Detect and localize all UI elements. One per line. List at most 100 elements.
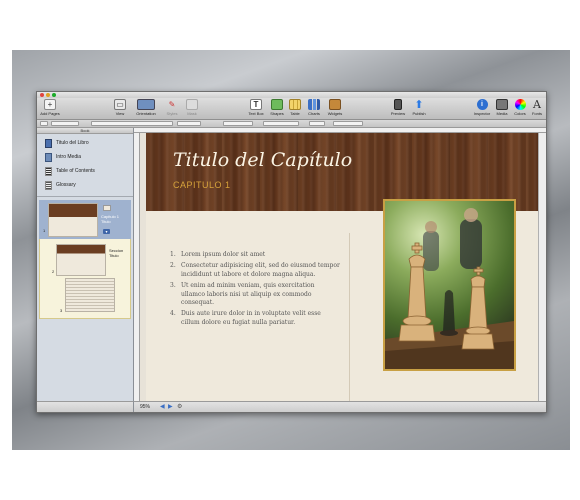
list-item: 4. Duis aute irure dolor in in voluptate … [170, 310, 340, 327]
vertical-scrollbar[interactable] [538, 133, 546, 401]
widgets-label: Widgets [327, 111, 343, 116]
media-label: Media [496, 111, 508, 116]
page-forward-icon[interactable]: ▶ [168, 403, 173, 410]
sidebar-item-label: Intro Media [56, 154, 82, 160]
document-page: Titulo del Capítulo CAPITULO 1 1. Lorem i… [146, 133, 538, 401]
glossary-icon [45, 180, 52, 190]
table-label: Table [290, 111, 300, 116]
sidebar-item-intro-media[interactable]: Intro Media [45, 152, 81, 162]
orientation-button[interactable]: Orientation [133, 99, 159, 116]
thumbnail-label: Seccion Titulo [109, 248, 124, 258]
list-item: 3. Ut enim ad minim veniam, quis exercita… [170, 282, 340, 307]
fonts-button[interactable]: A Fonts [524, 98, 546, 116]
view-label: View [115, 111, 125, 116]
list-text: Duis aute irure dolor in in voluptate ve… [181, 310, 321, 326]
inspector-label: Inspector [473, 111, 491, 116]
chevron-down-icon[interactable]: ▾ [103, 229, 110, 234]
mask-label: Mask [187, 111, 197, 116]
fonts-label: Fonts [531, 111, 542, 116]
widgets-button[interactable]: Widgets [322, 99, 348, 116]
chess-pieces-illustration [385, 208, 514, 369]
chess-photo[interactable] [383, 199, 516, 371]
page-back-icon[interactable]: ◀ [160, 403, 165, 410]
thumbnail-page-3[interactable] [65, 278, 115, 312]
charts-label: Charts [308, 111, 320, 116]
charts-icon [308, 99, 320, 110]
minimize-window-button[interactable] [46, 93, 50, 97]
mask-icon [186, 99, 198, 110]
list-text: Ut enim ad minim veniam, quis exercitati… [181, 282, 315, 307]
list-number: 2. [170, 262, 176, 270]
sidebar-item-glossary[interactable]: Glossary [45, 180, 76, 190]
add-pages-icon: + [44, 99, 56, 110]
publish-label: Publish [412, 111, 426, 116]
text-style-buttons[interactable] [223, 121, 253, 126]
alignment-buttons[interactable] [263, 121, 299, 126]
thumbnail-page-1[interactable] [48, 203, 98, 237]
main-toolbar: + Add Pages ▭ View Orientation ✎ Styles … [37, 98, 546, 120]
close-window-button[interactable] [40, 93, 44, 97]
numbered-list[interactable]: 1. Lorem ipsum dolor sit amet 2. Consectet… [170, 251, 340, 330]
view-icon: ▭ [114, 99, 126, 110]
thumbnail-page-2[interactable] [56, 244, 106, 276]
sidebar-bottom-bar [37, 401, 134, 412]
paragraph-style-select[interactable] [51, 121, 79, 126]
settings-gear-icon[interactable]: ⚙ [177, 403, 182, 410]
orientation-label: Orientation [136, 111, 156, 116]
font-size-select[interactable] [177, 121, 201, 126]
list-text: Consectetur adipisicing elit, sed do eiu… [181, 262, 340, 278]
orientation-icon [137, 99, 155, 110]
sidebar-divider [37, 196, 133, 197]
add-pages-label: Add Pages [40, 111, 60, 116]
list-number: 1. [170, 251, 176, 258]
styles-label: Styles [166, 111, 178, 116]
text-box-icon: T [250, 99, 262, 110]
list-number: 4. [170, 310, 176, 318]
book-icon [45, 138, 52, 148]
table-icon [289, 99, 301, 110]
spacing-control[interactable] [309, 121, 325, 126]
font-select[interactable] [91, 121, 173, 126]
publish-button[interactable]: ⬆ Publish [406, 99, 432, 116]
thumbnail-number: 2 [52, 269, 55, 274]
app-window: + Add Pages ▭ View Orientation ✎ Styles … [36, 91, 547, 413]
add-pages-button[interactable]: + Add Pages [37, 99, 63, 116]
document-canvas: Titulo del Capítulo CAPITULO 1 1. Lorem i… [140, 133, 538, 401]
sidebar-item-label: Titulo del Libro [56, 140, 89, 146]
book-sidebar: Book Titulo del Libro Intro Media Table … [37, 128, 134, 401]
columns-control[interactable] [333, 121, 363, 126]
status-bar: 95% ◀ ▶ ⚙ [134, 401, 546, 412]
column-divider [349, 233, 350, 401]
widgets-icon [329, 99, 341, 110]
inspector-icon: i [476, 99, 488, 110]
intro-media-icon [45, 152, 52, 162]
sidebar-header: Book [37, 128, 133, 134]
chapter-title[interactable]: Titulo del Capítulo [173, 149, 352, 171]
zoom-level[interactable]: 95% [140, 404, 150, 410]
thumbnail-mini-icon [103, 205, 111, 211]
sidebar-item-titulo[interactable]: Titulo del Libro [45, 138, 89, 148]
preview-label: Preview [390, 111, 406, 116]
fonts-icon: A [533, 98, 541, 111]
view-button[interactable]: ▭ View [107, 99, 133, 116]
thumbnail-label: Capitulo 1 Titulo [101, 214, 120, 224]
list-item: 2. Consectetur adipisicing elit, sed do e… [170, 262, 340, 279]
thumbnail-number: 3 [60, 308, 63, 313]
zoom-window-button[interactable] [52, 93, 56, 97]
preview-icon [394, 99, 402, 110]
publish-arrow-icon: ⬆ [414, 99, 424, 111]
brush-icon: ✎ [168, 100, 176, 109]
list-item: 1. Lorem ipsum dolor sit amet [170, 251, 340, 259]
thumbnail-number: 1 [43, 228, 46, 233]
format-bar [37, 120, 546, 128]
mask-button[interactable]: Mask [179, 99, 205, 116]
list-number: 3. [170, 282, 176, 290]
format-style-control[interactable] [40, 121, 48, 126]
text-box-label: Text Box [248, 111, 264, 116]
toc-icon [45, 166, 52, 176]
chapter-subtitle[interactable]: CAPITULO 1 [173, 180, 231, 190]
sidebar-item-label: Table of Contents [56, 168, 95, 174]
sidebar-item-label: Glossary [56, 182, 76, 188]
list-text: Lorem ipsum dolor sit amet [181, 251, 266, 258]
sidebar-item-table-of-contents[interactable]: Table of Contents [45, 166, 95, 176]
